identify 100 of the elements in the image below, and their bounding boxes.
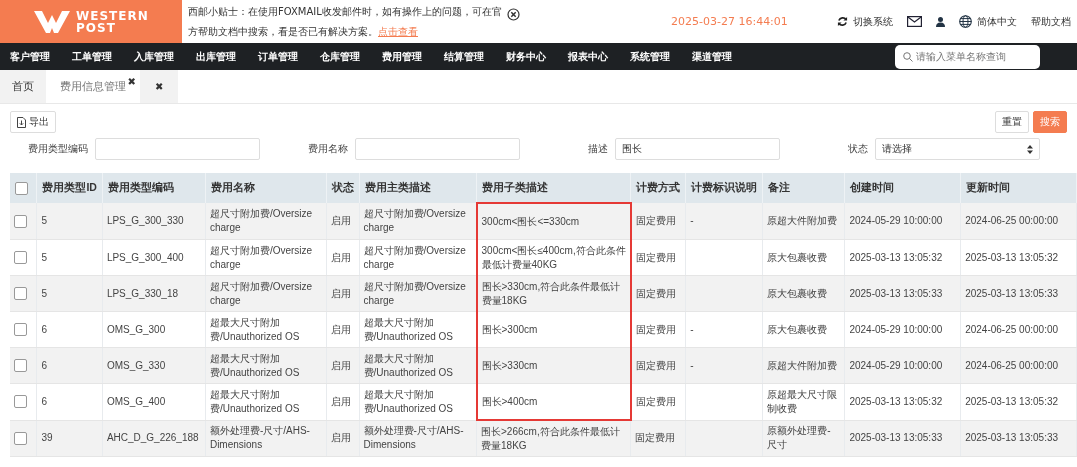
table-cell: - xyxy=(690,215,694,226)
checkbox[interactable] xyxy=(14,251,27,264)
column-header: 费用主类描述 xyxy=(359,173,477,203)
nav-item[interactable]: 客户管理 xyxy=(10,49,72,64)
checkbox[interactable] xyxy=(14,287,27,300)
table-cell: 超尺寸附加费/Oversize charge xyxy=(363,244,466,270)
download-file-icon xyxy=(17,116,26,128)
table-cell: 超最大尺寸附加费/Unauthorized OS xyxy=(209,388,300,414)
nav-item[interactable]: 财务中心 xyxy=(506,49,568,64)
logo-text: POST xyxy=(76,21,117,34)
mail-icon[interactable] xyxy=(907,16,922,27)
table-cell: 启用 xyxy=(330,359,351,371)
table-cell: 启用 xyxy=(330,432,351,444)
checkbox[interactable] xyxy=(14,214,27,228)
checkbox[interactable] xyxy=(14,431,27,445)
table-cell: 固定费用 xyxy=(635,395,676,407)
table-cell: 围长>330cm xyxy=(481,359,538,371)
table-cell: 超尺寸附加费/Oversize charge xyxy=(209,208,313,233)
table-cell: 2025-03-13 13:05:33 xyxy=(965,287,1059,299)
filter-input[interactable]: 围长 xyxy=(615,138,780,160)
reset-button[interactable]: 重置 xyxy=(995,111,1029,133)
table-cell: 超最大尺寸附加费/Unauthorized OS xyxy=(209,352,300,378)
table-cell: 2024-05-29 10:00:00 xyxy=(849,215,943,226)
table-cell: LPS_G_300_400 xyxy=(106,251,184,263)
table-cell: 2025-03-13 13:05:33 xyxy=(849,432,943,444)
nav-item[interactable]: 报表中心 xyxy=(568,49,630,64)
table-cell: 2024-05-29 10:00:00 xyxy=(849,359,943,371)
language-selector[interactable]: 简体中文 xyxy=(977,14,1017,29)
table-cell: 5 xyxy=(41,287,47,299)
menu-search-field[interactable]: 请输入菜单名称查询 xyxy=(895,44,1040,69)
refresh-icon[interactable] xyxy=(837,16,848,27)
column-header: 计费方式 xyxy=(630,173,686,203)
column-header: 费用类型ID xyxy=(36,173,103,203)
nav-item[interactable]: 渠道管理 xyxy=(692,49,754,64)
table-cell: 固定费用 xyxy=(635,287,676,299)
search-icon xyxy=(903,51,913,62)
checkbox[interactable] xyxy=(14,359,27,372)
export-button[interactable]: 导出 xyxy=(10,111,56,133)
table-cell: 额外处理费-尺寸/AHS-Dimensions xyxy=(209,425,310,451)
logo-text: WESTERN xyxy=(76,9,149,22)
tab[interactable]: ✖ xyxy=(140,70,179,103)
column-header: 费用类型编码 xyxy=(102,173,206,203)
table-cell: 固定费用 xyxy=(635,432,676,444)
nav-item[interactable]: 结算管理 xyxy=(444,49,506,64)
table-cell: 围长>400cm xyxy=(481,395,538,407)
table-cell: 超尺寸附加费/Oversize charge xyxy=(209,244,313,270)
table-cell: 2025-03-13 13:05:32 xyxy=(965,251,1059,263)
filter-input[interactable] xyxy=(355,138,520,160)
status-select[interactable]: 请选择 xyxy=(875,138,1040,160)
nav-item[interactable]: 仓库管理 xyxy=(320,49,382,64)
table-cell: 2024-06-25 00:00:00 xyxy=(965,359,1059,371)
help-link[interactable]: 帮助文档 xyxy=(1031,14,1071,29)
globe-icon[interactable] xyxy=(959,15,972,28)
datetime: 2025-03-27 16:44:01 xyxy=(671,15,788,28)
close-icon[interactable] xyxy=(507,8,520,21)
table-cell: 超最大尺寸附加费/Unauthorized OS xyxy=(209,316,300,342)
table-cell: 2024-06-25 00:00:00 xyxy=(965,215,1059,226)
table-cell: OMS_G_300 xyxy=(106,323,166,335)
table-cell: 原额外处理费-尺寸 xyxy=(767,425,831,451)
nav-item[interactable]: 工单管理 xyxy=(72,49,134,64)
column-header: 费用名称 xyxy=(205,173,326,203)
table-cell: 5 xyxy=(41,215,47,226)
nav-item[interactable]: 订单管理 xyxy=(258,49,320,64)
filter-input[interactable] xyxy=(95,138,260,160)
table-cell: 6 xyxy=(41,395,47,407)
checkbox[interactable] xyxy=(14,323,27,336)
filter-label: 费用类型编码 xyxy=(27,142,88,156)
table-cell: 2025-03-13 13:05:33 xyxy=(849,287,943,299)
column-header: 备注 xyxy=(762,173,845,203)
table-cell: 固定费用 xyxy=(635,251,676,263)
switch-system-link[interactable]: 切换系统 xyxy=(853,14,893,29)
nav-item[interactable]: 入库管理 xyxy=(134,49,196,64)
table-cell: LPS_G_330_18 xyxy=(106,287,179,299)
user-icon[interactable] xyxy=(936,16,945,27)
table-cell: 围长>330cm,符合此条件最低计费量18KG xyxy=(481,280,621,306)
table-cell: OMS_G_330 xyxy=(106,359,166,371)
column-header: 更新时间 xyxy=(960,173,1077,203)
filter-label: 描述 xyxy=(587,142,608,156)
table-cell: LPS_G_300_330 xyxy=(106,215,184,226)
table-cell: 启用 xyxy=(330,251,351,263)
table-cell: 原超大件附加费 xyxy=(767,359,838,371)
tab[interactable]: 首页 xyxy=(0,70,46,103)
nav-item[interactable]: 费用管理 xyxy=(382,49,444,64)
table-cell: 启用 xyxy=(330,287,351,299)
table-cell: 原大包裹收费 xyxy=(767,251,828,263)
table-cell: 启用 xyxy=(330,395,351,407)
checkbox[interactable] xyxy=(15,181,28,195)
checkbox[interactable] xyxy=(14,395,27,409)
table-cell: 启用 xyxy=(330,215,351,226)
nav-item[interactable]: 系统管理 xyxy=(630,49,692,64)
table-cell: AHC_D_G_226_188 xyxy=(106,432,199,444)
table-cell: 2024-06-25 00:00:00 xyxy=(965,323,1059,335)
table-cell: 原大包裹收费 xyxy=(767,287,828,299)
nav-item[interactable]: 出库管理 xyxy=(196,49,258,64)
table-cell: 6 xyxy=(41,359,47,371)
tab-close[interactable]: ✖ xyxy=(127,76,136,87)
table-cell: 5 xyxy=(41,251,47,263)
table-cell: 围长>266cm,符合此条件最低计费量18KG xyxy=(481,425,620,451)
table-cell: 固定费用 xyxy=(635,359,676,371)
table-cell: 超最大尺寸附加费/Unauthorized OS xyxy=(363,388,453,414)
